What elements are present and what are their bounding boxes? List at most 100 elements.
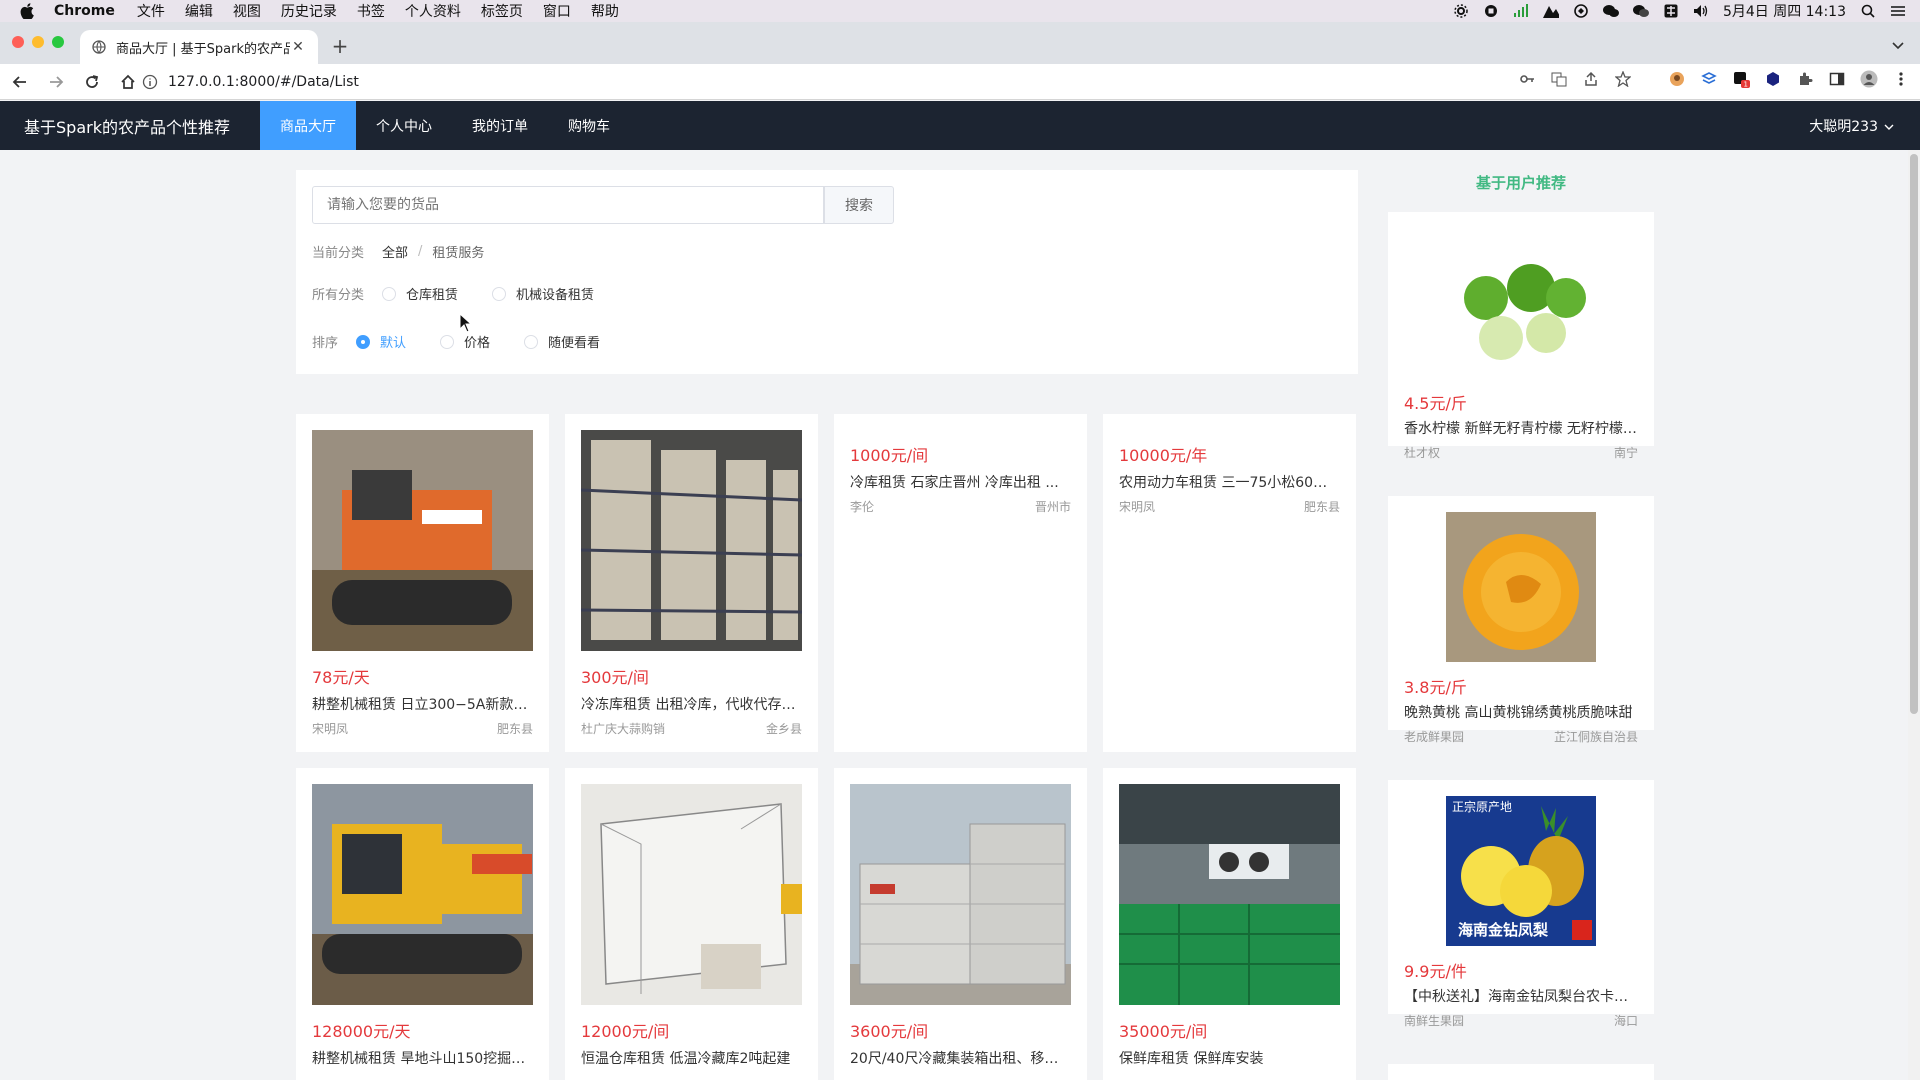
product-card[interactable]: 35000元/间 保鲜库租赁 保鲜库安装 xyxy=(1103,768,1356,1080)
signal-bars-icon[interactable] xyxy=(1513,3,1529,19)
bookmark-star-icon[interactable] xyxy=(1614,70,1632,88)
close-tab-icon[interactable]: ✕ xyxy=(290,39,306,55)
mac-menu-window[interactable]: 窗口 xyxy=(543,1,571,21)
username[interactable]: 大聪明233 xyxy=(1809,116,1878,136)
page-scrollbar[interactable] xyxy=(1908,150,1920,1080)
radio-circle[interactable] xyxy=(382,286,397,301)
product-image-cold-room[interactable] xyxy=(581,784,802,1005)
mac-menu-profile[interactable]: 个人资料 xyxy=(405,1,461,21)
user-menu[interactable]: 大聪明233 xyxy=(1809,101,1894,150)
scrollbar-thumb[interactable] xyxy=(1910,154,1918,714)
category-radio-warehouse[interactable]: 仓库租赁 xyxy=(382,284,458,303)
site-brand[interactable]: 基于Spark的农产品个性推荐 xyxy=(24,114,230,138)
product-card[interactable]: 128000元/天 耕整机械租赁 旱地斗山150挖掘机出租 xyxy=(296,768,549,1080)
mac-menu-history[interactable]: 历史记录 xyxy=(281,1,337,21)
chrome-menu-icon[interactable] xyxy=(1892,70,1910,88)
input-method-icon[interactable] xyxy=(1663,3,1679,19)
notification-extension-icon[interactable]: 1 xyxy=(1732,70,1750,88)
sort-radio-random[interactable]: 随便看看 xyxy=(524,332,600,351)
radio-label[interactable]: 默认 xyxy=(380,332,406,351)
product-image-cold-storage-crates[interactable] xyxy=(1119,784,1340,1005)
recommendation-card[interactable]: 正宗原产地 海南金钻凤梨 9.9元/件 【中秋送礼】海南金钻凤梨台农卡露伦 南鲜… xyxy=(1388,780,1654,1028)
close-window-button[interactable] xyxy=(12,36,24,48)
radio-label[interactable]: 随便看看 xyxy=(548,332,600,351)
mac-menu-edit[interactable]: 编辑 xyxy=(185,1,213,21)
volume-icon[interactable] xyxy=(1693,3,1709,19)
tab-search-chevron-icon[interactable] xyxy=(1890,38,1906,54)
forward-arrow-icon[interactable] xyxy=(40,68,72,96)
product-card[interactable]: 300元/间 冷冻库租赁 出租冷库，代收代存大蒜 杜广庆大蒜购销 金乡县 xyxy=(565,414,818,752)
share-icon[interactable] xyxy=(1582,70,1600,88)
avatar-extension-icon[interactable] xyxy=(1668,70,1686,88)
radio-label[interactable]: 仓库租赁 xyxy=(406,284,458,303)
product-name[interactable]: 冷冻库租赁 出租冷库，代收代存大蒜 xyxy=(581,694,802,714)
spotlight-search-icon[interactable] xyxy=(1860,3,1876,19)
mac-app-name[interactable]: Chrome xyxy=(54,3,115,19)
url-text[interactable]: 127.0.0.1:8000/#/Data/List xyxy=(168,74,359,90)
product-card[interactable]: 78元/天 耕整机械租赁 日立300−5A新款挖掘机 宋明凤 肥东县 xyxy=(296,414,549,752)
wechat-icon[interactable] xyxy=(1632,3,1649,19)
product-name[interactable]: 冷库租赁 石家庄晋州 冷库出租 ... xyxy=(850,472,1071,492)
product-name[interactable]: 20尺/40尺冷藏集装箱出租、移动冷库 xyxy=(850,1048,1071,1068)
settings-gear-icon[interactable] xyxy=(1453,3,1469,19)
product-card[interactable]: 10000元/年 农用动力车租赁 三一75小松60挖机 宋明凤 肥东县 xyxy=(1103,414,1356,752)
hexagon-extension-icon[interactable] xyxy=(1764,70,1782,88)
record-icon[interactable] xyxy=(1483,3,1499,19)
new-tab-plus-icon[interactable]: + xyxy=(330,34,350,58)
product-name[interactable]: 耕整机械租赁 日立300−5A新款挖掘机 xyxy=(312,694,533,714)
mac-menu-help[interactable]: 帮助 xyxy=(591,1,619,21)
browser-tab-active[interactable]: 商品大厅 | 基于Spark的农产品个 ✕ xyxy=(80,30,318,64)
minimize-window-button[interactable] xyxy=(32,36,44,48)
product-image-yellow-excavator[interactable] xyxy=(312,784,533,1005)
address-bar[interactable]: 127.0.0.1:8000/#/Data/List xyxy=(142,68,1522,96)
reload-icon[interactable] xyxy=(76,68,108,96)
radio-circle[interactable] xyxy=(524,334,539,349)
puzzle-extensions-icon[interactable] xyxy=(1796,70,1814,88)
recommendation-image-limes[interactable] xyxy=(1446,228,1596,378)
back-arrow-icon[interactable] xyxy=(4,68,36,96)
recommendation-name[interactable]: 晚熟黄桃 高山黄桃锦绣黄桃质脆味甜 xyxy=(1404,702,1638,722)
recommendation-card-partial[interactable] xyxy=(1388,1064,1654,1080)
breadcrumb-all[interactable]: 全部 xyxy=(382,242,408,261)
key-icon[interactable] xyxy=(1518,70,1536,88)
recommendation-image-yellow-peach[interactable] xyxy=(1446,512,1596,662)
home-icon[interactable] xyxy=(112,68,144,96)
category-radio-machinery[interactable]: 机械设备租赁 xyxy=(492,284,594,303)
search-button[interactable]: 搜索 xyxy=(824,186,894,224)
product-name[interactable]: 耕整机械租赁 旱地斗山150挖掘机出租 xyxy=(312,1048,533,1068)
layers-extension-icon[interactable] xyxy=(1700,70,1718,88)
radio-label[interactable]: 机械设备租赁 xyxy=(516,284,594,303)
product-name[interactable]: 保鲜库租赁 保鲜库安装 xyxy=(1119,1048,1340,1068)
site-info-icon[interactable] xyxy=(142,74,158,90)
product-card[interactable]: 1000元/间 冷库租赁 石家庄晋州 冷库出租 ... 李伦 晋州市 xyxy=(834,414,1087,752)
nav-product-hall[interactable]: 商品大厅 xyxy=(259,101,356,150)
mac-menu-view[interactable]: 视图 xyxy=(233,1,261,21)
recommendation-name[interactable]: 【中秋送礼】海南金钻凤梨台农卡露伦 xyxy=(1404,986,1638,1006)
product-image-excavator[interactable] xyxy=(312,430,533,651)
chat-bubble-icon[interactable] xyxy=(1602,3,1619,19)
search-input[interactable] xyxy=(312,186,824,224)
side-panel-icon[interactable] xyxy=(1828,70,1846,88)
nav-cart[interactable]: 购物车 xyxy=(548,101,630,150)
sort-radio-default[interactable]: 默认 xyxy=(356,332,406,351)
mac-clock[interactable]: 5月4日 周四 14:13 xyxy=(1723,1,1846,21)
mac-menu-file[interactable]: 文件 xyxy=(137,1,165,21)
sort-radio-price[interactable]: 价格 xyxy=(440,332,490,351)
recommendation-card[interactable]: 3.8元/斤 晚熟黄桃 高山黄桃锦绣黄桃质脆味甜 老成鲜果园 芷江侗族自治县 xyxy=(1388,496,1654,744)
mac-menu-tabs[interactable]: 标签页 xyxy=(481,1,523,21)
product-name[interactable]: 恒温仓库租赁 低温冷藏库2吨起建 xyxy=(581,1048,802,1068)
mac-menu-bookmarks[interactable]: 书签 xyxy=(357,1,385,21)
control-center-icon[interactable] xyxy=(1890,3,1906,19)
recommendation-image-pineapple[interactable]: 正宗原产地 海南金钻凤梨 xyxy=(1446,796,1596,946)
product-card[interactable]: 3600元/间 20尺/40尺冷藏集装箱出租、移动冷库 xyxy=(834,768,1087,1080)
translate-icon[interactable] xyxy=(1550,70,1568,88)
radio-circle[interactable] xyxy=(440,334,455,349)
profile-avatar-icon[interactable] xyxy=(1860,70,1878,88)
nav-personal-center[interactable]: 个人中心 xyxy=(356,101,452,150)
nav-my-orders[interactable]: 我的订单 xyxy=(452,101,548,150)
recommendation-name[interactable]: 香水柠檬 新鲜无籽青柠檬 无籽柠檬特产 xyxy=(1404,418,1638,438)
apple-icon[interactable] xyxy=(18,2,36,20)
radio-circle[interactable] xyxy=(492,286,507,301)
product-card[interactable]: 12000元/间 恒温仓库租赁 低温冷藏库2吨起建 xyxy=(565,768,818,1080)
zoom-window-button[interactable] xyxy=(52,36,64,48)
